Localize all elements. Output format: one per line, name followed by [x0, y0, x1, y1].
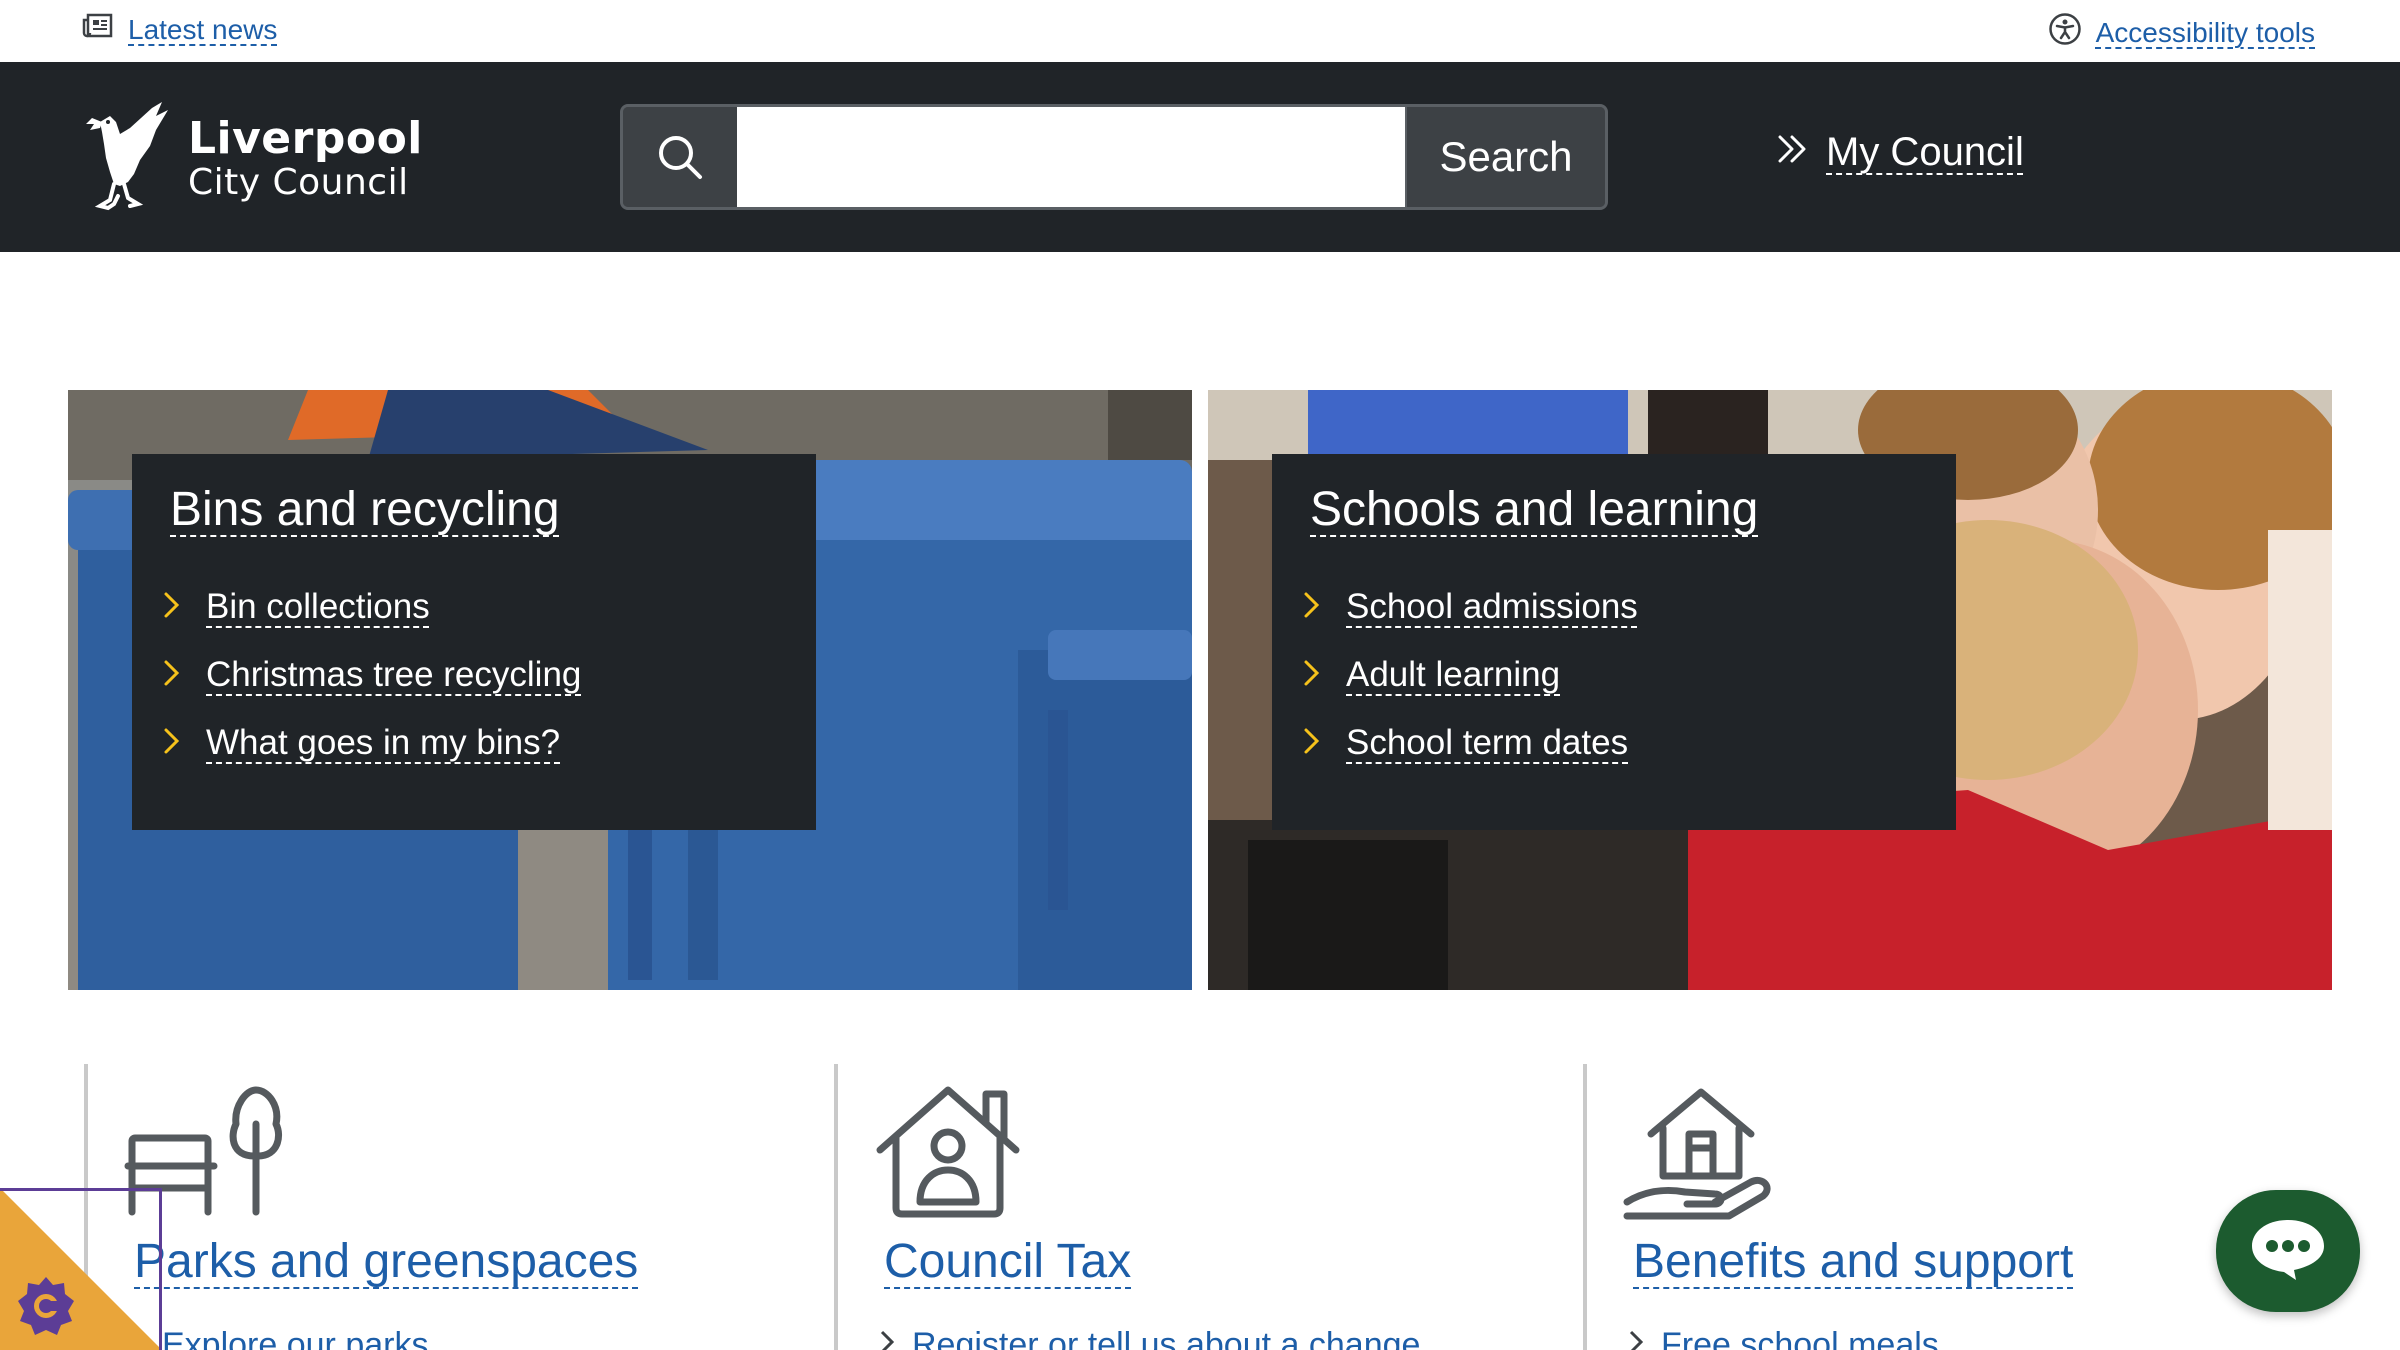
site-logo[interactable]: Liverpool City Council: [80, 100, 423, 217]
logo-line-1: Liverpool: [188, 112, 423, 164]
council-tax-sub-label: Register or tell us about a change: [912, 1326, 1421, 1350]
accessibility-icon: [2048, 12, 2082, 53]
bins-link-item[interactable]: Bin collections: [162, 573, 778, 641]
schools-link-label: Adult learning: [1346, 655, 1561, 694]
search-input[interactable]: [737, 107, 1405, 207]
chat-bubble-icon: [2248, 1216, 2328, 1287]
parks-sub-label: Explore our parks: [162, 1326, 429, 1350]
schools-link-label: School term dates: [1346, 723, 1629, 762]
schools-panel: Schools and learning School admissions A…: [1272, 454, 1956, 830]
chevron-right-icon: [162, 658, 182, 693]
schools-link-item[interactable]: School term dates: [1302, 709, 1918, 777]
site-header: Liverpool City Council Search My Council: [0, 62, 2400, 252]
latest-news-label: Latest news: [128, 13, 278, 45]
schools-link-item[interactable]: Adult learning: [1302, 641, 1918, 709]
chevron-right-icon: [878, 1326, 896, 1350]
service-benefits: Benefits and support Free school meals: [1583, 1064, 2283, 1350]
liver-bird-icon: [80, 100, 176, 217]
logo-line-2: City Council: [188, 161, 409, 203]
my-council-link[interactable]: My Council: [1776, 130, 2024, 175]
chevron-right-icon: [1302, 590, 1322, 625]
chat-button[interactable]: [2216, 1190, 2360, 1312]
chevron-right-icon: [162, 590, 182, 625]
cookie-gear-icon: [20, 1276, 70, 1326]
schools-title-link[interactable]: Schools and learning: [1310, 482, 1758, 537]
search-icon: [623, 107, 737, 207]
service-parks: Parks and greenspaces Explore our parks: [84, 1064, 784, 1350]
parks-sub-link[interactable]: Explore our parks: [128, 1326, 428, 1350]
newspaper-icon: [82, 12, 114, 47]
bins-title-link[interactable]: Bins and recycling: [170, 482, 560, 537]
chevron-right-icon: [1302, 726, 1322, 761]
search-button[interactable]: Search: [1405, 107, 1605, 207]
schools-link-label: School admissions: [1346, 587, 1638, 626]
benefits-title-link[interactable]: Benefits and support: [1633, 1234, 2073, 1289]
bins-panel: Bins and recycling Bin collections Chris…: [132, 454, 816, 830]
feature-bins-and-recycling: Bins and recycling Bin collections Chris…: [68, 390, 1192, 990]
utility-bar: Latest news Accessibility tools: [0, 0, 2400, 62]
parks-title-link[interactable]: Parks and greenspaces: [134, 1234, 638, 1289]
chevron-right-icon: [1627, 1326, 1645, 1350]
council-tax-title-link[interactable]: Council Tax: [884, 1234, 1131, 1289]
accessibility-tools-link[interactable]: Accessibility tools: [2048, 12, 2315, 53]
bins-link-label: What goes in my bins?: [206, 723, 561, 762]
bins-link-label: Bin collections: [206, 587, 430, 626]
hand-house-icon: [1623, 1084, 1783, 1225]
bins-link-item[interactable]: What goes in my bins?: [162, 709, 778, 777]
service-council-tax: Council Tax Register or tell us about a …: [834, 1064, 1534, 1350]
feature-schools-and-learning: Schools and learning School admissions A…: [1208, 390, 2332, 990]
search-bar: Search: [620, 104, 1608, 210]
double-chevron-right-icon: [1776, 130, 1810, 175]
bins-link-item[interactable]: Christmas tree recycling: [162, 641, 778, 709]
cookie-settings-button[interactable]: [0, 1188, 162, 1350]
latest-news-link[interactable]: Latest news: [82, 12, 277, 47]
my-council-label: My Council: [1826, 130, 2024, 174]
chevron-right-icon: [1302, 658, 1322, 693]
house-person-icon: [874, 1084, 1024, 1225]
benefits-sub-label: Free school meals: [1661, 1326, 1939, 1350]
schools-link-item[interactable]: School admissions: [1302, 573, 1918, 641]
benefits-sub-link[interactable]: Free school meals: [1627, 1326, 1939, 1350]
council-tax-sub-link[interactable]: Register or tell us about a change: [878, 1326, 1420, 1350]
accessibility-tools-label: Accessibility tools: [2095, 16, 2315, 48]
chevron-right-icon: [162, 726, 182, 761]
bins-link-label: Christmas tree recycling: [206, 655, 582, 694]
